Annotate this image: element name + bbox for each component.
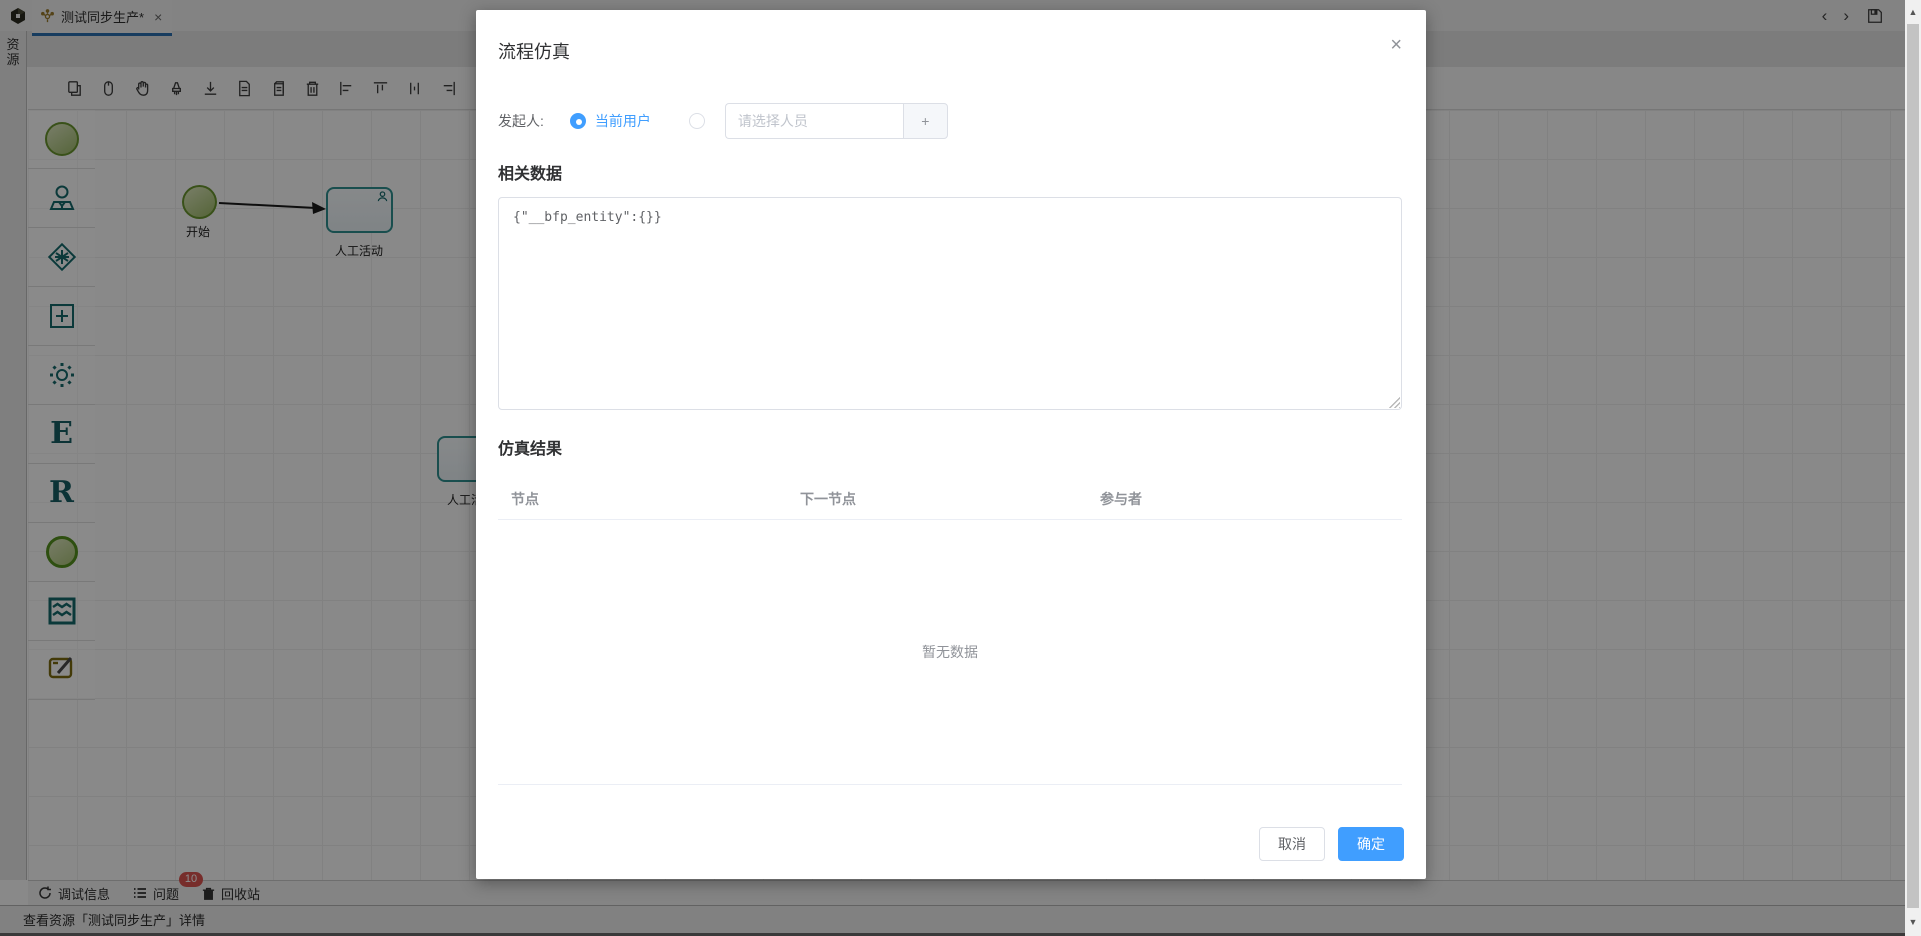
scroll-down-icon[interactable]: ▼ [1905, 914, 1921, 930]
ok-button[interactable]: 确定 [1338, 827, 1404, 861]
vertical-scrollbar[interactable]: ▲ ▼ [1905, 0, 1921, 936]
initiator-row: 发起人: 当前用户 + [498, 103, 948, 139]
footer-divider [498, 784, 1402, 785]
related-data-heading: 相关数据 [498, 160, 562, 184]
initiator-label: 发起人: [498, 111, 544, 131]
cancel-button[interactable]: 取消 [1259, 827, 1325, 861]
dialog-footer: 取消 确定 [1259, 827, 1404, 861]
scrollbar-thumb[interactable] [1907, 24, 1919, 908]
radio-select-person[interactable] [689, 113, 705, 129]
column-node: 节点 [498, 489, 800, 509]
result-table-header: 节点 下一节点 参与者 [498, 478, 1402, 520]
radio-current-user[interactable] [570, 113, 586, 129]
add-person-button[interactable]: + [903, 103, 948, 139]
dialog-close-icon[interactable]: × [1390, 34, 1402, 57]
result-empty-placeholder: 暂无数据 [498, 520, 1402, 784]
column-next-node: 下一节点 [800, 489, 1100, 509]
column-participant: 参与者 [1100, 489, 1400, 509]
scroll-up-icon[interactable]: ▲ [1905, 4, 1921, 20]
dialog-title: 流程仿真 [498, 38, 570, 64]
related-data-textarea[interactable]: {"__bfp_entity":{}} [498, 197, 1402, 410]
radio-current-user-label[interactable]: 当前用户 [595, 111, 651, 131]
app-window: Primeton-IDE ‹ › 资 源 测试同步生产* × [0, 0, 1921, 936]
simulation-result-heading: 仿真结果 [498, 435, 562, 459]
person-select-input[interactable] [725, 103, 903, 139]
process-simulation-dialog: 流程仿真 × 发起人: 当前用户 + 相关数据 {"__bfp_entity":… [476, 10, 1426, 879]
